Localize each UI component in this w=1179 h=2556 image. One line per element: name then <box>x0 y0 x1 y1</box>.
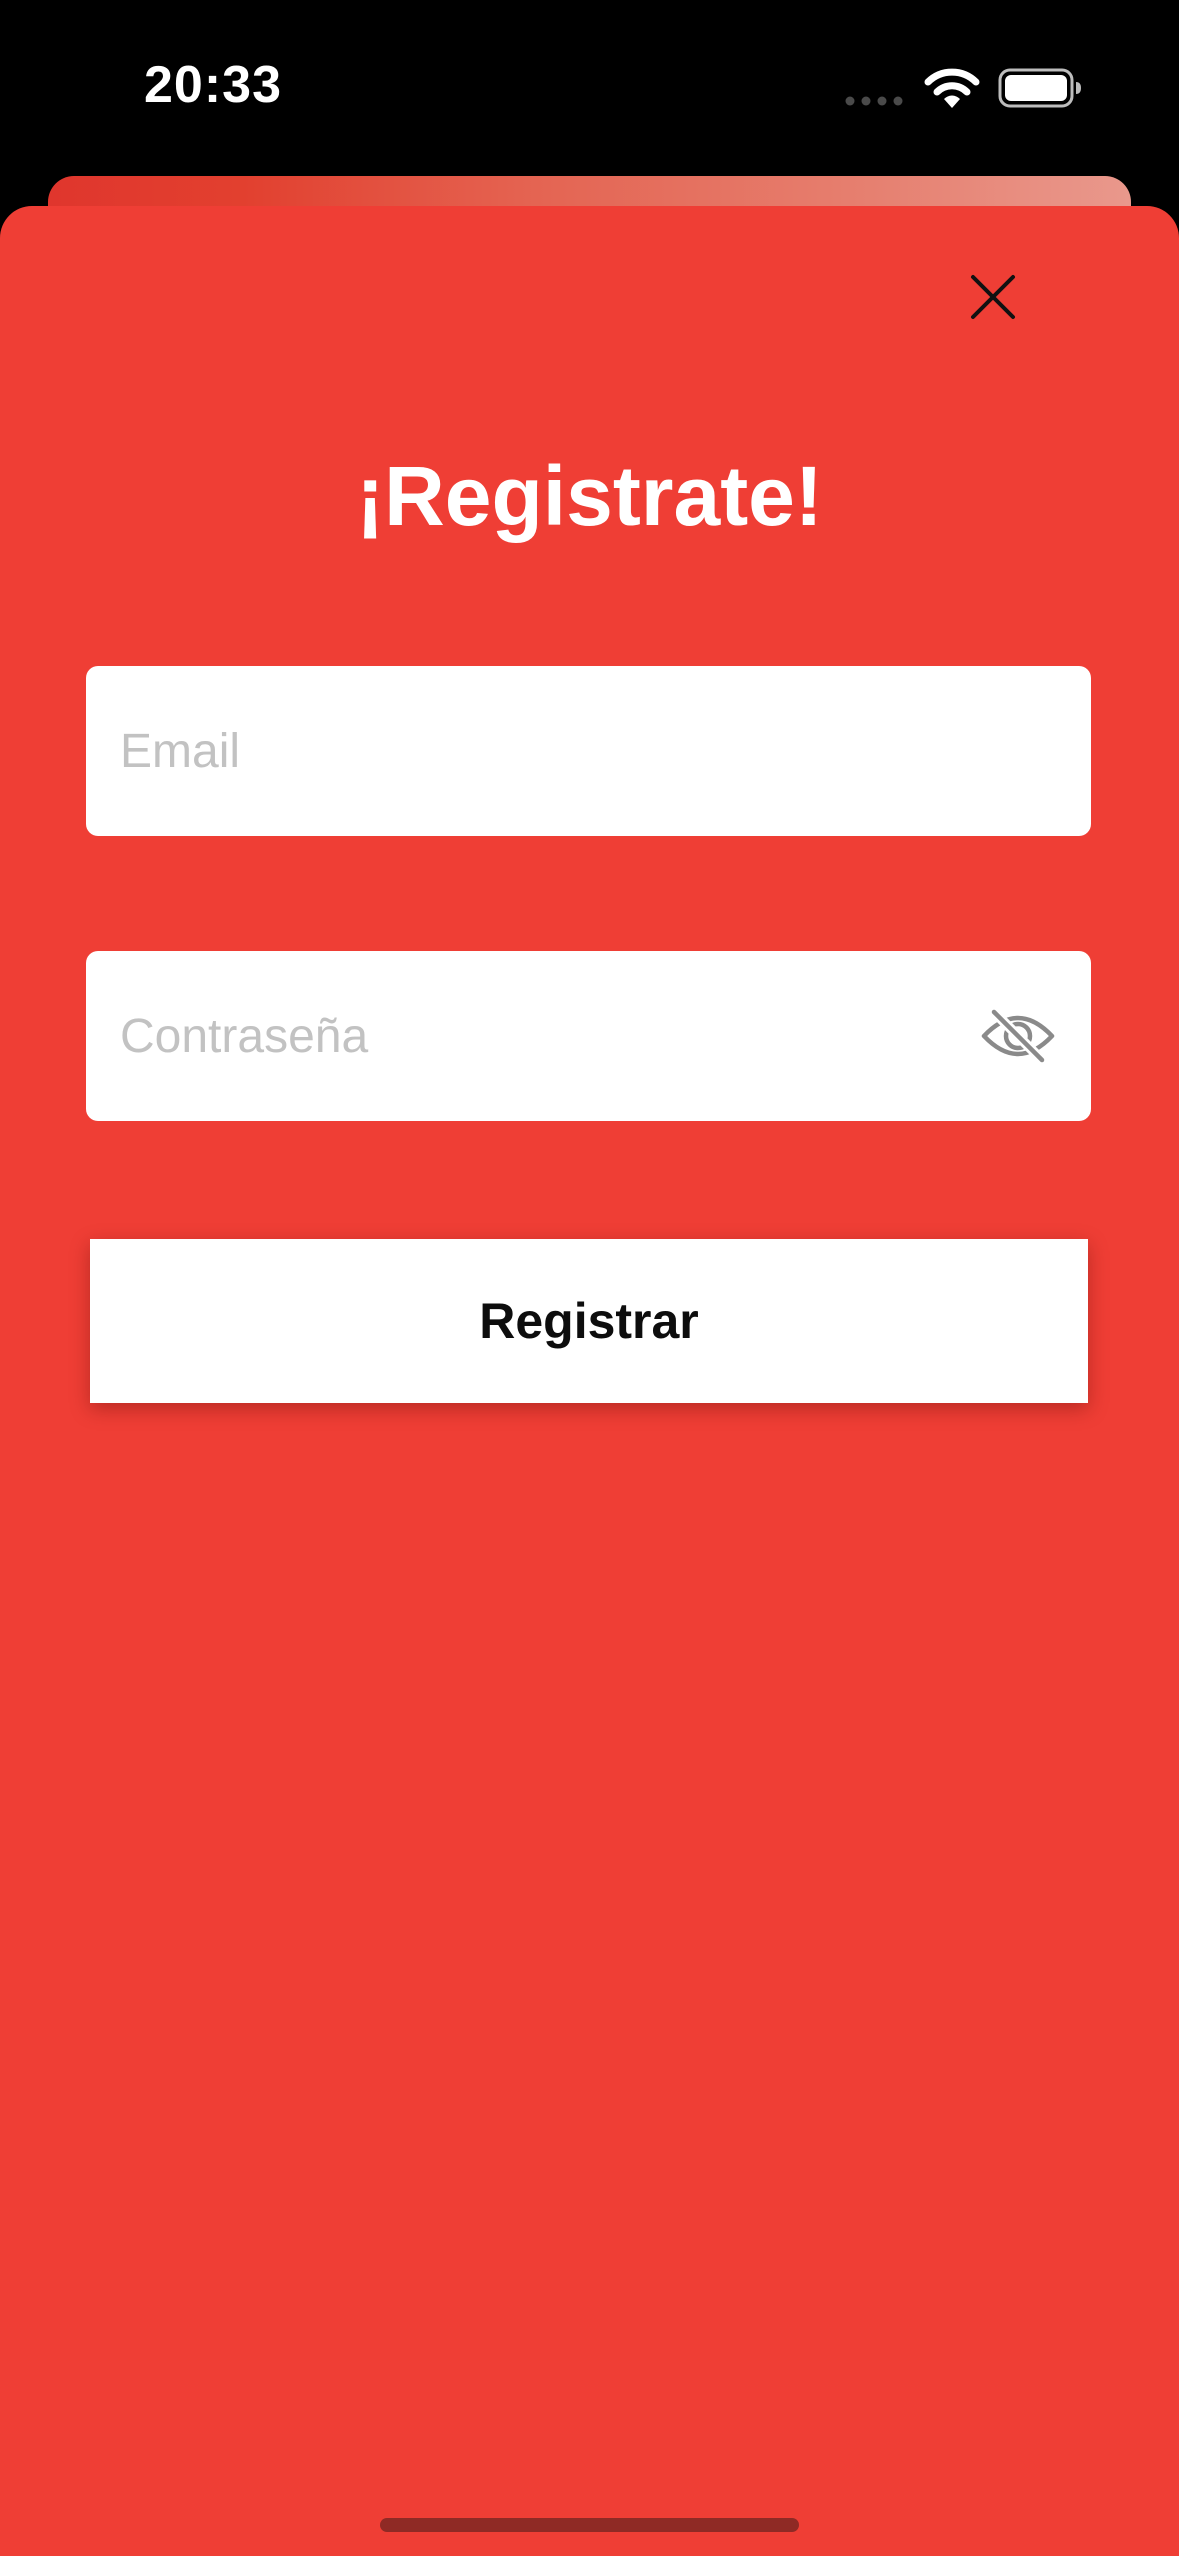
status-bar: 20:33 <box>0 0 1179 170</box>
password-input[interactable] <box>120 951 1000 1121</box>
page-title: ¡Registrate! <box>356 449 823 543</box>
battery-icon <box>998 68 1081 108</box>
email-field[interactable] <box>86 666 1091 836</box>
signal-dots-icon <box>845 96 903 106</box>
wifi-icon <box>924 68 980 108</box>
email-input[interactable] <box>120 666 1000 836</box>
close-icon <box>971 275 1015 319</box>
register-button[interactable]: Registrar <box>90 1239 1088 1403</box>
status-time: 20:33 <box>144 56 282 114</box>
eye-slash-icon[interactable] <box>980 1006 1056 1066</box>
password-field[interactable] <box>86 951 1091 1121</box>
close-button[interactable] <box>964 268 1022 326</box>
home-indicator <box>380 2518 799 2532</box>
